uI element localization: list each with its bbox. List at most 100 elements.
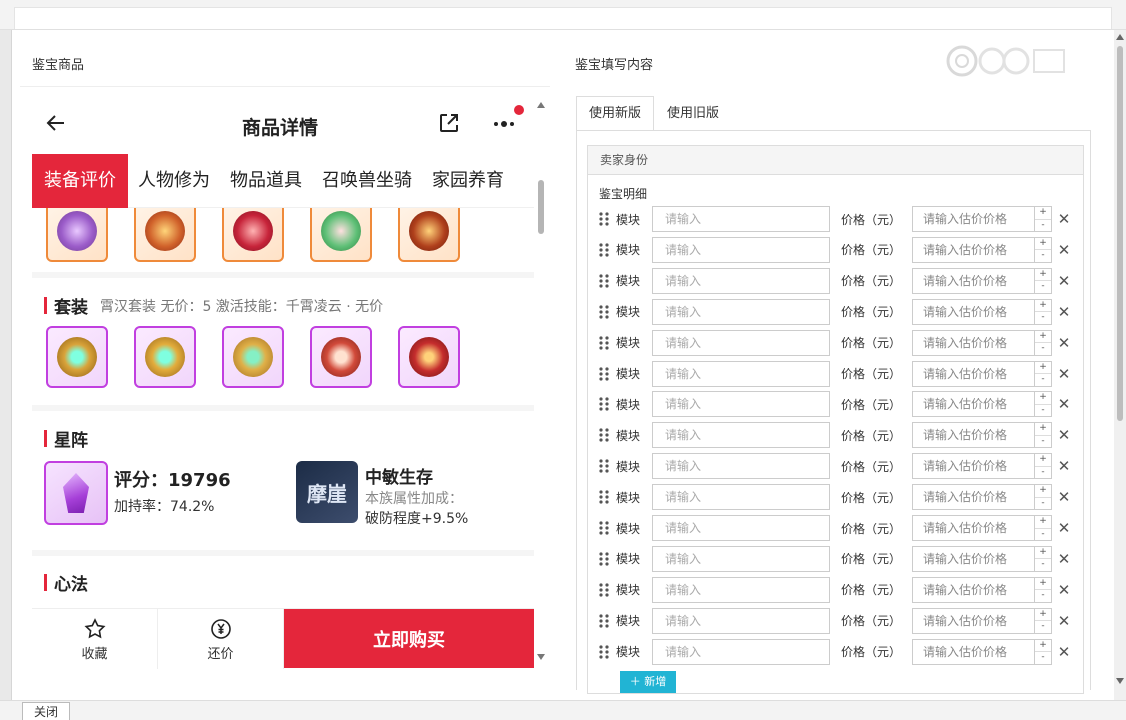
increment-icon[interactable]: + — [1035, 485, 1051, 498]
module-input[interactable]: 请输入 — [652, 545, 830, 572]
drag-handle-icon[interactable] — [598, 212, 610, 226]
increment-icon[interactable]: + — [1035, 207, 1051, 220]
decrement-icon[interactable]: - — [1035, 250, 1051, 262]
module-input[interactable]: 请输入 — [652, 576, 830, 603]
price-stepper[interactable]: + - — [1034, 422, 1052, 449]
equipment-item[interactable] — [46, 208, 108, 262]
equipment-item[interactable] — [398, 208, 460, 262]
scroll-up-arrow-icon[interactable] — [536, 100, 546, 110]
delete-row-icon[interactable]: ✕ — [1055, 550, 1073, 568]
module-input[interactable]: 请输入 — [652, 298, 830, 325]
set-item[interactable] — [310, 326, 372, 388]
decrement-icon[interactable]: - — [1035, 343, 1051, 355]
increment-icon[interactable]: + — [1035, 609, 1051, 622]
price-input[interactable]: 请输入估价价格 — [912, 298, 1034, 325]
tab-home[interactable]: 家园养育 — [422, 154, 514, 208]
increment-icon[interactable]: + — [1035, 454, 1051, 467]
set-item[interactable] — [134, 326, 196, 388]
buy-now-button[interactable]: 立即购买 — [284, 609, 534, 668]
equipment-item[interactable] — [222, 208, 284, 262]
preview-scrollbar-thumb[interactable] — [538, 180, 544, 234]
price-input[interactable]: 请输入估价价格 — [912, 484, 1034, 511]
decrement-icon[interactable]: - — [1035, 436, 1051, 448]
price-input[interactable]: 请输入估价价格 — [912, 360, 1034, 387]
price-input[interactable]: 请输入估价价格 — [912, 267, 1034, 294]
decrement-icon[interactable]: - — [1035, 467, 1051, 479]
decrement-icon[interactable]: - — [1035, 281, 1051, 293]
drag-handle-icon[interactable] — [598, 243, 610, 257]
increment-icon[interactable]: + — [1035, 516, 1051, 529]
drag-handle-icon[interactable] — [598, 305, 610, 319]
rune-image[interactable]: 摩崖 — [296, 461, 358, 523]
price-input[interactable]: 请输入估价价格 — [912, 545, 1034, 572]
module-input[interactable]: 请输入 — [652, 329, 830, 356]
module-input[interactable]: 请输入 — [652, 638, 830, 665]
drag-handle-icon[interactable] — [598, 552, 610, 566]
module-input[interactable]: 请输入 — [652, 360, 830, 387]
bargain-button[interactable]: 还价 — [158, 609, 284, 669]
scroll-down-arrow-icon[interactable] — [536, 652, 546, 662]
tab-items[interactable]: 物品道具 — [220, 154, 312, 208]
share-icon[interactable] — [437, 111, 461, 135]
decrement-icon[interactable]: - — [1035, 652, 1051, 664]
delete-row-icon[interactable]: ✕ — [1055, 643, 1073, 661]
module-input[interactable]: 请输入 — [652, 515, 830, 541]
decrement-icon[interactable]: - — [1035, 405, 1051, 417]
drag-handle-icon[interactable] — [598, 274, 610, 288]
price-input[interactable]: 请输入估价价格 — [912, 576, 1034, 603]
decrement-icon[interactable]: - — [1035, 559, 1051, 571]
delete-row-icon[interactable]: ✕ — [1055, 334, 1073, 352]
tab-new-version[interactable]: 使用新版 — [576, 96, 655, 131]
module-input[interactable]: 请输入 — [652, 236, 830, 263]
delete-row-icon[interactable]: ✕ — [1055, 210, 1073, 228]
module-input[interactable]: 请输入 — [652, 453, 830, 480]
module-input[interactable]: 请输入 — [652, 391, 830, 418]
delete-row-icon[interactable]: ✕ — [1055, 365, 1073, 383]
price-input[interactable]: 请输入估价价格 — [912, 515, 1034, 541]
delete-row-icon[interactable]: ✕ — [1055, 488, 1073, 506]
price-stepper[interactable]: + - — [1034, 206, 1052, 232]
decrement-icon[interactable]: - — [1035, 529, 1051, 541]
price-stepper[interactable]: + - — [1034, 298, 1052, 325]
decrement-icon[interactable]: - — [1035, 498, 1051, 510]
delete-row-icon[interactable]: ✕ — [1055, 395, 1073, 413]
drag-handle-icon[interactable] — [598, 644, 610, 659]
increment-icon[interactable]: + — [1035, 578, 1051, 591]
increment-icon[interactable]: + — [1035, 423, 1051, 436]
increment-icon[interactable]: + — [1035, 547, 1051, 560]
drag-handle-icon[interactable] — [598, 459, 610, 473]
drag-handle-icon[interactable] — [598, 428, 610, 442]
price-input[interactable]: 请输入估价价格 — [912, 391, 1034, 418]
page-scroll-up-icon[interactable] — [1115, 32, 1125, 42]
price-input[interactable]: 请输入估价价格 — [912, 607, 1034, 634]
set-item[interactable] — [398, 326, 460, 388]
decrement-icon[interactable]: - — [1035, 374, 1051, 386]
drag-handle-icon[interactable] — [598, 366, 610, 381]
price-stepper[interactable]: + - — [1034, 360, 1052, 387]
delete-row-icon[interactable]: ✕ — [1055, 241, 1073, 259]
delete-row-icon[interactable]: ✕ — [1055, 457, 1073, 475]
increment-icon[interactable]: + — [1035, 238, 1051, 251]
price-stepper[interactable]: + - — [1034, 453, 1052, 480]
delete-row-icon[interactable]: ✕ — [1055, 272, 1073, 290]
equipment-item[interactable] — [134, 208, 196, 262]
price-stepper[interactable]: + - — [1034, 515, 1052, 541]
drag-handle-icon[interactable] — [598, 490, 610, 504]
tab-summons[interactable]: 召唤兽坐骑 — [312, 154, 422, 208]
delete-row-icon[interactable]: ✕ — [1055, 426, 1073, 444]
price-stepper[interactable]: + - — [1034, 267, 1052, 294]
increment-icon[interactable]: + — [1035, 269, 1051, 282]
page-scrollbar[interactable] — [1114, 30, 1126, 690]
increment-icon[interactable]: + — [1035, 640, 1051, 653]
price-input[interactable]: 请输入估价价格 — [912, 422, 1034, 449]
price-stepper[interactable]: + - — [1034, 545, 1052, 572]
tab-character[interactable]: 人物修为 — [128, 154, 220, 208]
decrement-icon[interactable]: - — [1035, 220, 1051, 232]
module-input[interactable]: 请输入 — [652, 484, 830, 511]
drag-handle-icon[interactable] — [598, 614, 610, 628]
tab-old-version[interactable]: 使用旧版 — [654, 96, 732, 131]
equipment-item[interactable] — [310, 208, 372, 262]
page-scrollbar-thumb[interactable] — [1117, 46, 1123, 421]
page-scroll-down-icon[interactable] — [1115, 676, 1125, 686]
price-stepper[interactable]: + - — [1034, 607, 1052, 634]
